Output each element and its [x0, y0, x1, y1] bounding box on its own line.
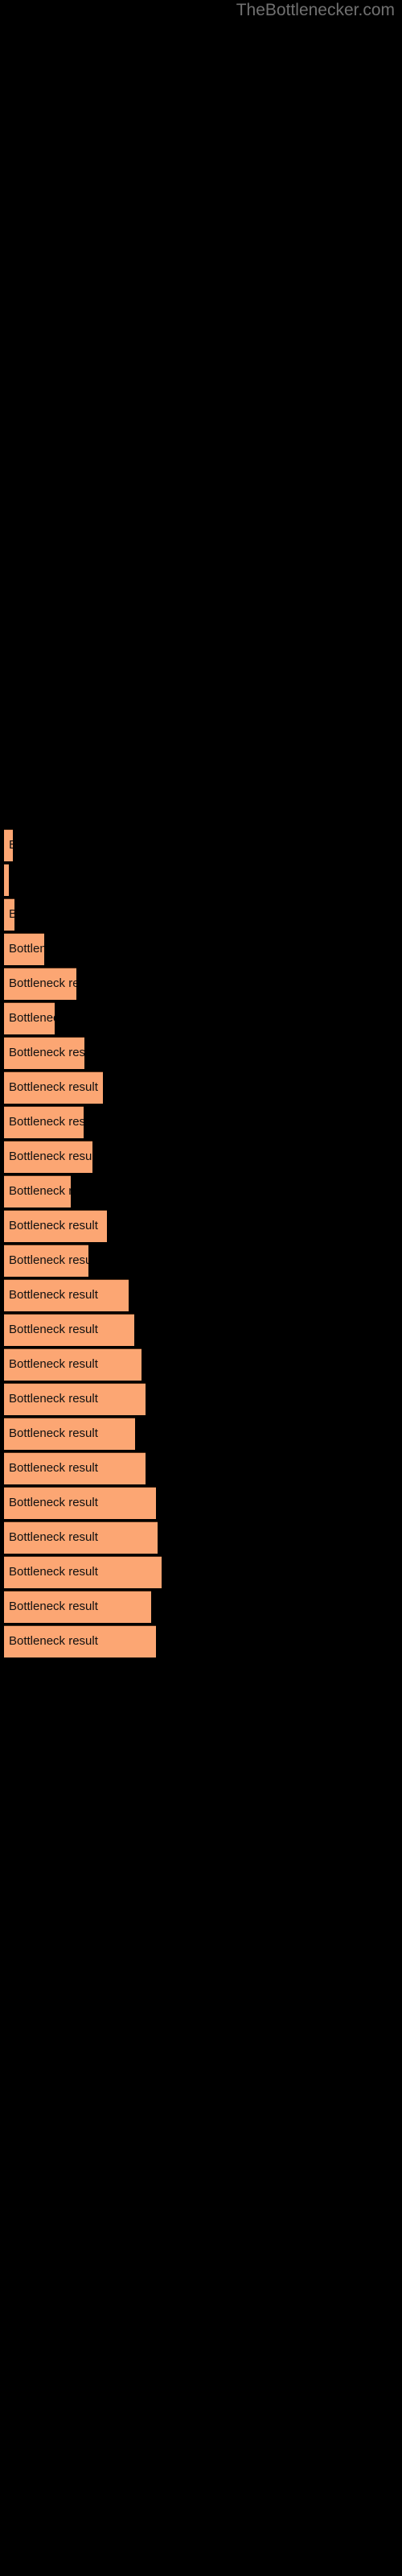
- bar-row: Bottleneck result: [0, 1625, 402, 1657]
- bar-clip: Bottleneck result: [4, 1071, 103, 1104]
- bar[interactable]: [4, 1521, 158, 1554]
- bar[interactable]: [4, 1452, 146, 1484]
- bar-row: Bottleneck result: [0, 1037, 402, 1069]
- bar[interactable]: [4, 1037, 84, 1069]
- bar-clip: Bottleneck result: [4, 1556, 162, 1588]
- bar-clip: Bottleneck result: [4, 968, 76, 1000]
- bar[interactable]: [4, 898, 14, 931]
- bar[interactable]: [4, 1210, 107, 1242]
- bar[interactable]: [4, 1002, 55, 1034]
- bar-row: Bottleneck result: [0, 1591, 402, 1623]
- bar-row: Bottleneck result: [0, 1141, 402, 1173]
- bar[interactable]: [4, 1314, 134, 1346]
- bar-row: Bottleneck result: [0, 898, 402, 931]
- bar-clip: Bottleneck result: [4, 1452, 146, 1484]
- bar-row: Bottleneck result: [0, 1487, 402, 1519]
- page-root: TheBottlenecker.com Bottleneck resultBot…: [0, 0, 402, 2576]
- bar-clip: Bottleneck result: [4, 1106, 84, 1138]
- bar-clip: Bottleneck result: [4, 1037, 84, 1069]
- bar-clip: Bottleneck result: [4, 1487, 156, 1519]
- bar[interactable]: [4, 1141, 92, 1173]
- bar-row: Bottleneck result: [0, 1314, 402, 1346]
- bar-clip: Bottleneck result: [4, 1141, 92, 1173]
- bar-clip: Bottleneck result: [4, 1002, 55, 1034]
- bar-clip: Bottleneck result: [4, 1521, 158, 1554]
- bar-clip: Bottleneck result: [4, 1210, 107, 1242]
- bar-clip: Bottleneck result: [4, 1348, 142, 1381]
- bar-row: Bottleneck result: [0, 1452, 402, 1484]
- bar-clip: Bottleneck result: [4, 1175, 71, 1208]
- bar[interactable]: [4, 1071, 103, 1104]
- bar[interactable]: [4, 864, 9, 896]
- bar-row: Bottleneck result: [0, 1210, 402, 1242]
- bar-row: Bottleneck result: [0, 968, 402, 1000]
- bar-clip: Bottleneck result: [4, 1591, 151, 1623]
- bar-row: Bottleneck result: [0, 1383, 402, 1415]
- bar-clip: Bottleneck result: [4, 1279, 129, 1311]
- bar[interactable]: [4, 1175, 71, 1208]
- bar-row: Bottleneck result: [0, 1279, 402, 1311]
- bar-clip: Bottleneck result: [4, 933, 44, 965]
- bar[interactable]: [4, 1245, 88, 1277]
- bar[interactable]: [4, 933, 44, 965]
- bar-clip: Bottleneck result: [4, 1314, 134, 1346]
- bar[interactable]: [4, 1279, 129, 1311]
- bar-row: Bottleneck result: [0, 1071, 402, 1104]
- bar[interactable]: [4, 968, 76, 1000]
- bottleneck-bar-chart: Bottleneck resultBottleneck resultBottle…: [0, 0, 402, 2576]
- bar[interactable]: [4, 1487, 156, 1519]
- bar-row: Bottleneck result: [0, 1245, 402, 1277]
- bar-row: Bottleneck result: [0, 1348, 402, 1381]
- bar-row: Bottleneck result: [0, 1556, 402, 1588]
- bar-clip: Bottleneck result: [4, 898, 14, 931]
- bar[interactable]: [4, 829, 13, 861]
- bar-clip: Bottleneck result: [4, 1418, 135, 1450]
- bar-row: Bottleneck result: [0, 1175, 402, 1208]
- bar-row: Bottleneck result: [0, 933, 402, 965]
- bar[interactable]: [4, 1106, 84, 1138]
- bar-row: Bottleneck result: [0, 1106, 402, 1138]
- bar[interactable]: [4, 1418, 135, 1450]
- bar-clip: Bottleneck result: [4, 1383, 146, 1415]
- bar-row: Bottleneck result: [0, 1418, 402, 1450]
- bar-row: Bottleneck result: [0, 1002, 402, 1034]
- bar-row: Bottleneck result: [0, 864, 402, 896]
- bar-row: Bottleneck result: [0, 1521, 402, 1554]
- bar[interactable]: [4, 1556, 162, 1588]
- bar[interactable]: [4, 1591, 151, 1623]
- bar[interactable]: [4, 1348, 142, 1381]
- bar[interactable]: [4, 1625, 156, 1657]
- bar-row: Bottleneck result: [0, 829, 402, 861]
- bar-clip: Bottleneck result: [4, 829, 13, 861]
- bar-clip: Bottleneck result: [4, 1245, 88, 1277]
- bar-clip: Bottleneck result: [4, 864, 9, 896]
- bar-clip: Bottleneck result: [4, 1625, 156, 1657]
- bar[interactable]: [4, 1383, 146, 1415]
